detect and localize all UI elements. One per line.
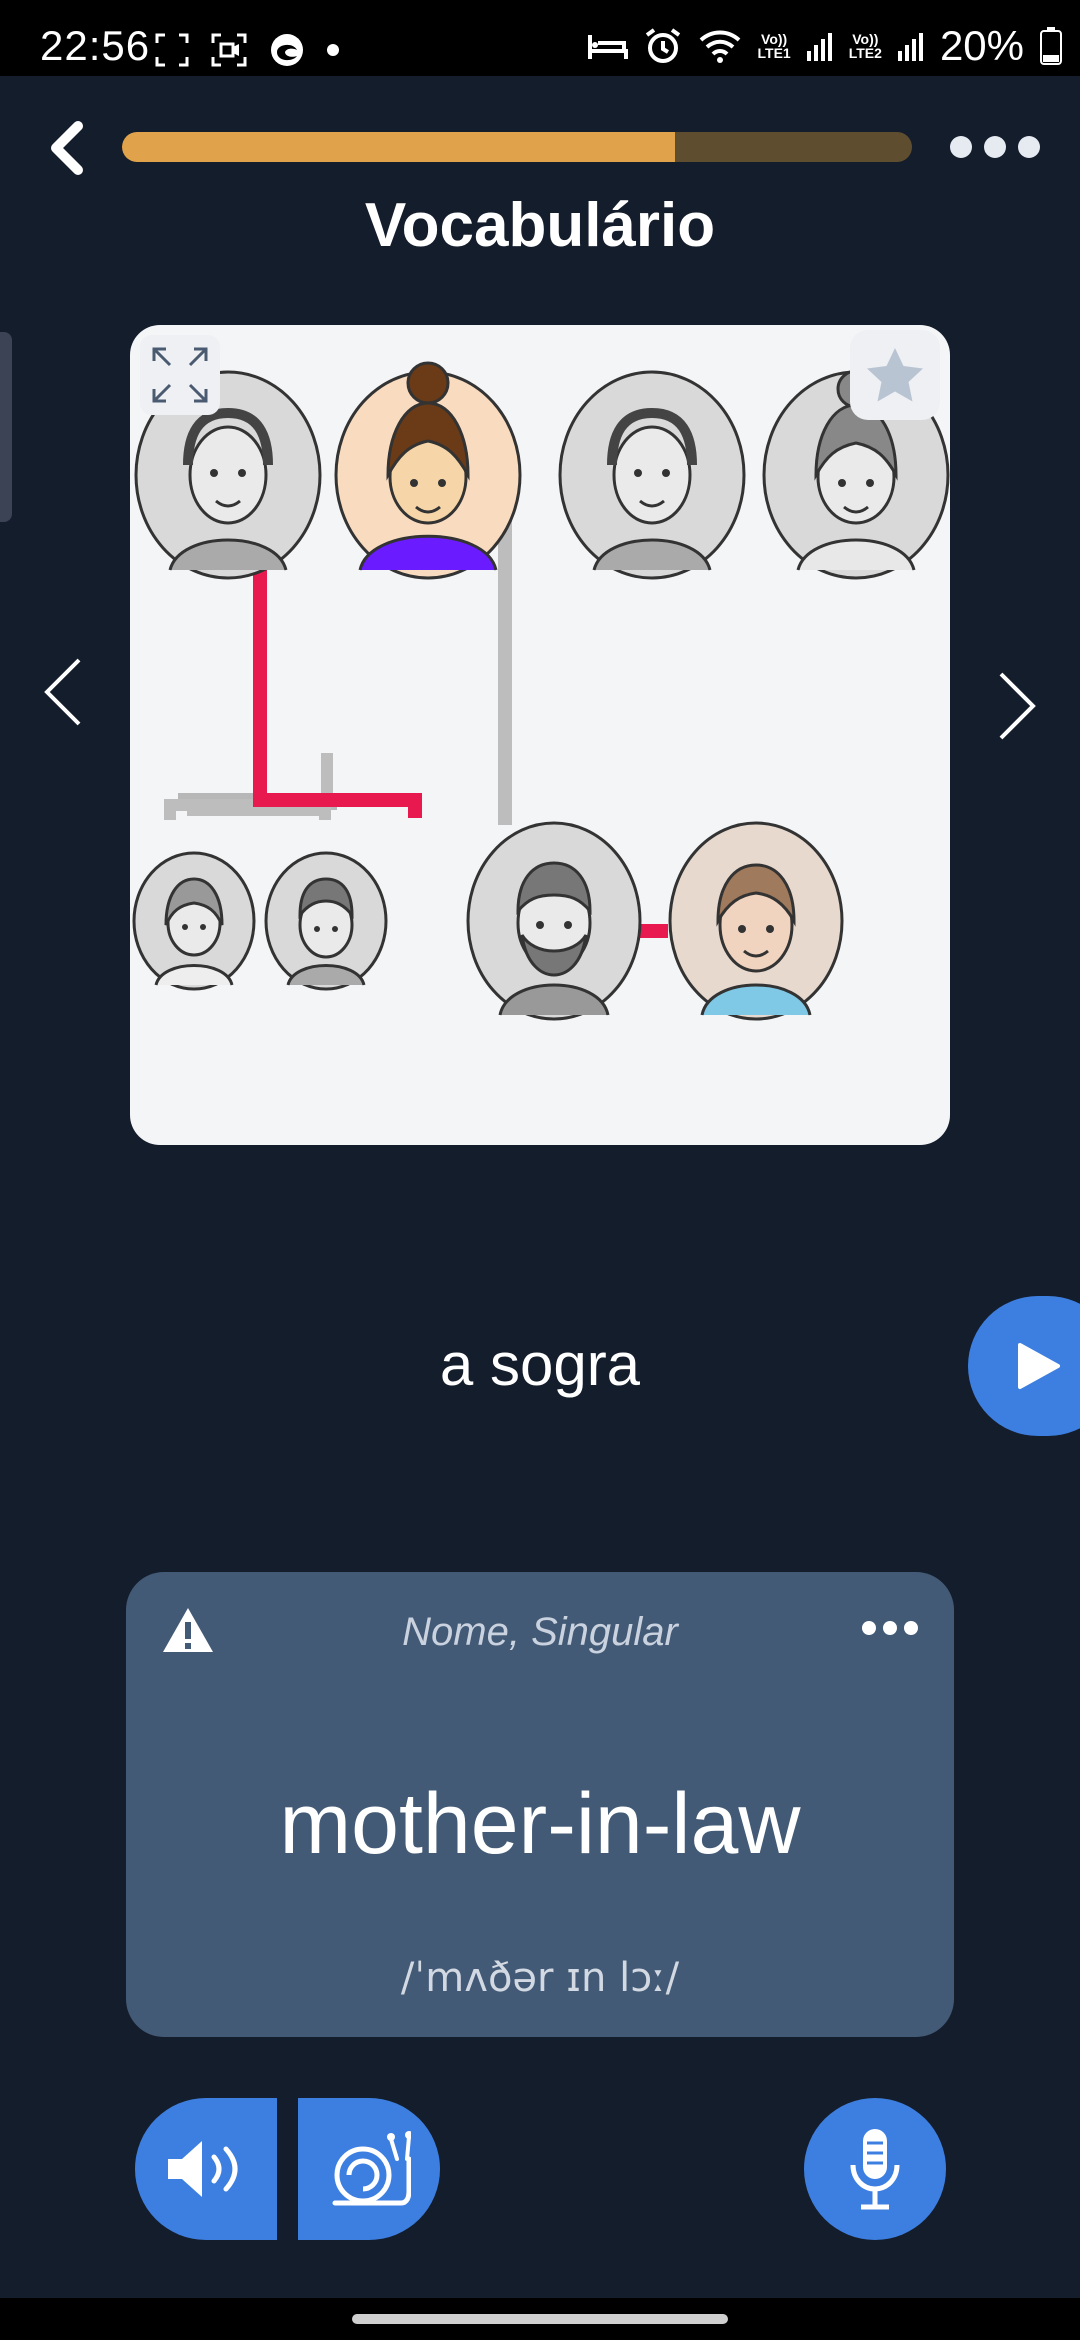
more-icon-dot-3 [1018,136,1040,158]
status-time: 22:56 [40,22,151,69]
next-card-button[interactable] [982,656,1052,756]
vocabulary-image-card [130,325,950,1145]
previous-card-button[interactable] [28,642,98,742]
uncle-figure [264,851,388,991]
status-system-icons: Vo)) LTE1 Vo)) LTE2 20% [587,22,1062,70]
translation-text: mother-in-law [279,1776,801,1872]
alarm-icon [645,28,680,63]
more-icon-dot-2 [883,1621,897,1635]
play-icon [1018,1343,1060,1389]
volte-label-2: Vo)) [852,31,879,47]
page-title: Vocabulário [364,191,716,260]
aunt-figure [132,851,256,991]
lesson-progress-fill [122,132,675,162]
notification-dot-icon [327,44,339,56]
translation-options-button[interactable] [862,1618,918,1638]
bed-icon [587,35,628,59]
more-icon-dot-2 [984,136,1006,158]
status-notification-icons [155,30,339,70]
chevron-left-icon [44,658,81,726]
sim1-label: LTE1 [757,45,791,61]
chevron-right-icon [999,672,1036,740]
lesson-progress-bar [122,132,912,162]
target-word: a sogra [439,1331,641,1398]
edge-panel-handle[interactable] [0,332,12,522]
sim2-label: LTE2 [848,45,882,61]
battery-percent: 20% [939,22,1024,69]
sim2-network-indicator: Vo)) LTE2 [849,32,882,60]
record-pronunciation-button[interactable] [804,2098,946,2240]
signal-icon-1 [806,33,832,61]
edge-browser-icon [271,34,303,66]
expand-image-button[interactable] [140,335,220,415]
family-tree-illustration [132,361,950,1021]
phonetic-transcription: /ˈmʌðər ɪn lɔː/ [400,1955,680,2001]
grandfather-right [558,370,746,580]
sim1-network-indicator: Vo)) LTE1 [758,32,791,60]
mother-in-law-figure [334,361,522,580]
snail-icon [332,2131,411,2206]
wife-figure [668,821,844,1021]
more-options-button[interactable] [950,130,1040,164]
back-icon [51,121,83,175]
more-icon [950,136,972,158]
play-audio-button[interactable] [135,2098,277,2240]
home-indicator[interactable] [352,2314,728,2324]
volte-label-1: Vo)) [761,31,788,47]
more-icon [862,1621,876,1635]
part-of-speech-label: Nome, Singular [402,1610,678,1654]
screen-record-icon [211,33,247,67]
star-icon [867,348,923,402]
favorite-button[interactable] [850,330,940,420]
battery-icon [1040,27,1062,65]
more-icon-dot-3 [904,1621,918,1635]
expand-icon [152,347,208,403]
speaker-icon [168,2141,238,2197]
husband-figure [466,821,642,1021]
microphone-icon [850,2129,900,2210]
slow-audio-button[interactable] [298,2098,440,2240]
wifi-icon [699,30,740,63]
screenshot-icon [155,33,189,67]
play-button[interactable] [968,1296,1080,1436]
back-button[interactable] [36,118,96,178]
signal-icon-2 [897,33,923,61]
